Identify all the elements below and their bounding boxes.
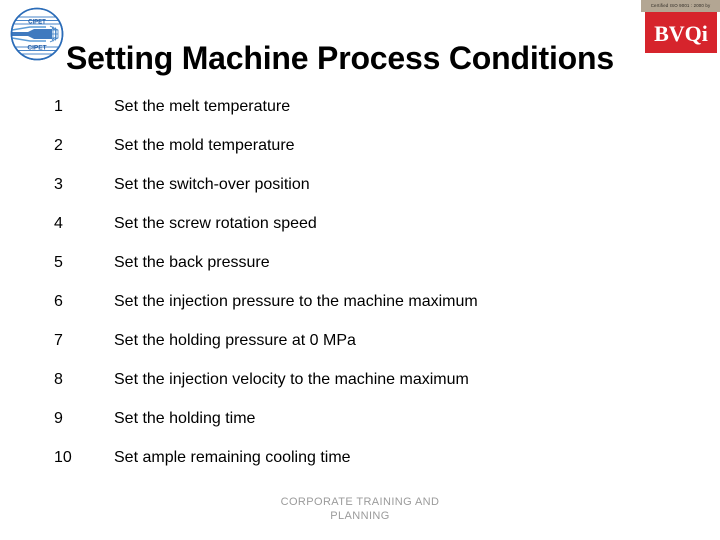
page-title: Setting Machine Process Conditions bbox=[66, 40, 614, 76]
cipet-logo-top-text: CIPET bbox=[28, 20, 46, 26]
process-steps-list: 1 Set the melt temperature 2 Set the mol… bbox=[0, 96, 720, 486]
cipet-logo: CIPET CIPET bbox=[6, 6, 72, 64]
step-number: 2 bbox=[54, 137, 63, 154]
step-number: 1 bbox=[54, 98, 63, 115]
step-text: Set the injection pressure to the machin… bbox=[114, 293, 478, 310]
step-text: Set the holding pressure at 0 MPa bbox=[114, 332, 356, 349]
step-number: 6 bbox=[54, 293, 63, 310]
step-text: Set the holding time bbox=[114, 410, 256, 427]
cipet-logo-icon: CIPET CIPET bbox=[10, 7, 64, 61]
step-number: 5 bbox=[54, 254, 63, 271]
step-number: 9 bbox=[54, 410, 63, 427]
list-item: 9 Set the holding time bbox=[0, 408, 720, 447]
step-text: Set the back pressure bbox=[114, 254, 270, 271]
step-number: 7 bbox=[54, 332, 63, 349]
list-item: 5 Set the back pressure bbox=[0, 252, 720, 291]
step-number: 8 bbox=[54, 371, 63, 388]
cipet-logo-bottom-text: CIPET bbox=[27, 45, 46, 52]
list-item: 7 Set the holding pressure at 0 MPa bbox=[0, 330, 720, 369]
step-number: 3 bbox=[54, 176, 63, 193]
list-item: 2 Set the mold temperature bbox=[0, 135, 720, 174]
list-item: 8 Set the injection velocity to the mach… bbox=[0, 369, 720, 408]
step-text: Set the melt temperature bbox=[114, 98, 291, 115]
list-item: 3 Set the switch-over position bbox=[0, 174, 720, 213]
slide-footer: CORPORATE TRAINING AND PLANNING bbox=[0, 495, 720, 523]
step-text: Set the switch-over position bbox=[114, 176, 310, 193]
footer-line-2: PLANNING bbox=[330, 510, 390, 522]
step-number: 4 bbox=[54, 215, 63, 232]
list-item: 10 Set ample remaining cooling time bbox=[0, 447, 720, 486]
step-text: Set ample remaining cooling time bbox=[114, 449, 351, 466]
step-text: Set the mold temperature bbox=[114, 137, 295, 154]
list-item: 4 Set the screw rotation speed bbox=[0, 213, 720, 252]
iso-certification-text: Certified ISO 9001 : 2000 by bbox=[641, 0, 720, 12]
step-text: Set the screw rotation speed bbox=[114, 215, 317, 232]
footer-line-1: CORPORATE TRAINING AND bbox=[280, 496, 440, 508]
list-item: 6 Set the injection pressure to the mach… bbox=[0, 291, 720, 330]
slide-canvas: CIPET CIPET Certified ISO 9001 : 2000 by… bbox=[0, 0, 720, 540]
step-number: 10 bbox=[54, 449, 72, 466]
step-text: Set the injection velocity to the machin… bbox=[114, 371, 469, 388]
list-item: 1 Set the melt temperature bbox=[0, 96, 720, 135]
